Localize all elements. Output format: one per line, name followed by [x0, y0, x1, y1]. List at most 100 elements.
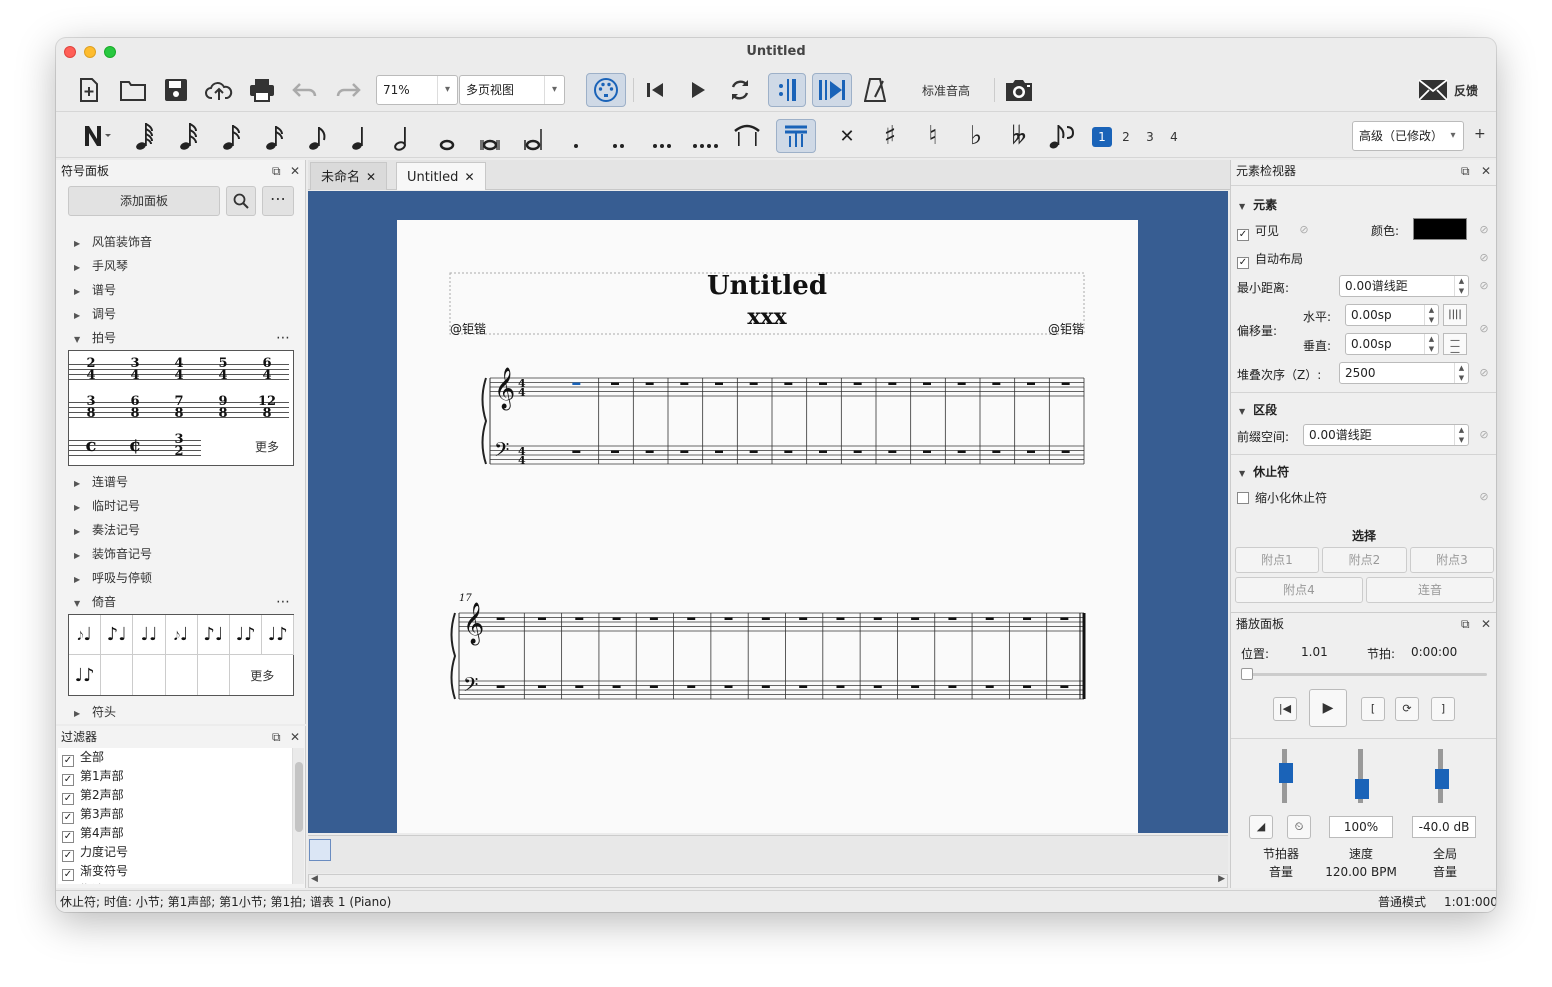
master-volume-fader[interactable] — [1431, 749, 1451, 803]
select-dot1-button[interactable]: 附点1 — [1235, 547, 1319, 573]
bass-clef[interactable]: 𝄢 — [494, 438, 509, 466]
whole-rest[interactable] — [537, 685, 546, 689]
natural-icon[interactable]: ♮ — [916, 119, 950, 153]
whole-rest[interactable] — [799, 617, 808, 621]
whole-rest[interactable] — [649, 617, 658, 621]
filter-item-voice-4[interactable]: ✓ 第4声部 — [58, 824, 292, 843]
spinner-arrows-icon[interactable]: ▲ ▼ — [1454, 363, 1468, 383]
whole-rest[interactable] — [724, 685, 733, 689]
save-icon[interactable] — [159, 73, 193, 107]
time-signature-cell[interactable]: 98 — [201, 389, 245, 427]
whole-rest[interactable] — [680, 450, 689, 454]
whole-rest[interactable] — [575, 685, 584, 689]
note-64th-icon[interactable] — [172, 119, 206, 153]
triple-dot-icon[interactable] — [645, 119, 679, 153]
whole-rest[interactable] — [1023, 617, 1032, 621]
close-icon[interactable]: ✕ — [1481, 160, 1491, 182]
whole-rest[interactable] — [911, 685, 920, 689]
time-signature-cell[interactable]: 24 — [69, 351, 113, 389]
min-distance-input[interactable]: 0.00谱线距 ▲ ▼ — [1339, 275, 1469, 297]
time-signature-cell[interactable]: 54 — [201, 351, 245, 389]
whole-rest[interactable] — [873, 685, 882, 689]
undock-icon[interactable]: ⧉ — [1461, 160, 1470, 182]
sharp-icon[interactable]: ♯ — [873, 119, 907, 153]
whole-rest[interactable] — [888, 382, 897, 386]
rewind-icon[interactable]: |◀ — [1273, 697, 1297, 721]
undock-icon[interactable]: ⧉ — [272, 726, 281, 748]
metronome-icon[interactable] — [858, 73, 892, 107]
whole-rest[interactable] — [1027, 382, 1035, 386]
fader-knob[interactable] — [1435, 769, 1449, 789]
filter-item-dynamics[interactable]: ✓ 力度记号 — [58, 843, 292, 862]
pan-score-button[interactable] — [812, 73, 852, 107]
palette-item-accordion[interactable]: ▶ 手风琴 — [74, 256, 128, 276]
close-icon[interactable]: ✕ — [290, 160, 300, 182]
time-signature-cell[interactable]: ¢ — [113, 427, 157, 465]
filter-item-voice-2[interactable]: ✓ 第2声部 — [58, 786, 292, 805]
note-16th-icon[interactable] — [258, 119, 292, 153]
new-file-icon[interactable] — [72, 73, 106, 107]
flat-icon[interactable]: ♭ — [959, 119, 993, 153]
whole-rest[interactable] — [749, 450, 758, 454]
stacking-order-input[interactable]: 2500 ▲ ▼ — [1339, 362, 1469, 384]
whole-rest[interactable] — [1061, 382, 1070, 386]
voice-2-button[interactable]: 2 — [1116, 127, 1136, 147]
quadruple-dot-icon[interactable] — [688, 119, 722, 153]
align-horizontal-icon[interactable]: |||| — [1443, 304, 1467, 326]
whole-rest[interactable] — [645, 450, 654, 454]
time-signature-cell[interactable]: 34 — [113, 351, 157, 389]
whole-rest[interactable] — [496, 617, 505, 621]
horizontal-offset-input[interactable]: 0.00sp ▲ ▼ — [1345, 304, 1439, 326]
palette-item-accidentals[interactable]: ▶ 临时记号 — [74, 496, 140, 516]
feedback-label[interactable]: 反馈 — [1454, 82, 1478, 99]
double-dot-icon[interactable] — [602, 119, 636, 153]
close-window-button[interactable] — [64, 46, 76, 58]
checkbox[interactable]: ✓ — [1237, 257, 1249, 269]
grace-note-cell[interactable]: ♪♩ — [101, 615, 134, 655]
score-notation[interactable]: Untitled xxx @钜锴 @钜锴 𝄞𝄢4444𝄞𝄢 17 — [397, 220, 1138, 833]
loop-icon[interactable] — [723, 73, 757, 107]
reset-icon[interactable]: ⊘ — [1477, 322, 1491, 336]
note-half-icon[interactable] — [387, 119, 421, 153]
score-composer[interactable]: @钜锴 — [1048, 321, 1084, 336]
whole-rest[interactable] — [1023, 685, 1032, 689]
whole-rest[interactable] — [957, 382, 966, 386]
filter-item-all[interactable]: ✓ 全部 — [58, 748, 292, 767]
filter-item-voice-3[interactable]: ✓ 第3声部 — [58, 805, 292, 824]
playback-position-slider[interactable] — [1243, 673, 1487, 676]
whole-rest[interactable] — [496, 685, 505, 689]
palette-item-clefs[interactable]: ▶ 谱号 — [74, 280, 116, 300]
whole-rest[interactable] — [911, 617, 920, 621]
grace-note-cell[interactable]: ♩♪ — [230, 615, 263, 655]
reset-icon[interactable]: ⊘ — [1477, 490, 1491, 504]
whole-rest[interactable] — [1027, 450, 1035, 454]
voice-3-button[interactable]: 3 — [1140, 127, 1160, 147]
view-mode-select[interactable]: 多页视图 ▾ — [459, 75, 565, 105]
filter-item-fingering[interactable]: ✓指法 — [58, 881, 292, 884]
checkbox[interactable]: ✓ — [62, 850, 74, 862]
whole-rest[interactable] — [715, 450, 723, 454]
palette-item-breaths[interactable]: ▶ 呼吸与停顿 — [74, 568, 152, 588]
time-signature-cell[interactable]: 78 — [157, 389, 201, 427]
small-rest-row[interactable]: 缩小化休止符 — [1237, 489, 1327, 506]
checkbox[interactable]: ✓ — [62, 774, 74, 786]
checkbox[interactable]: ✓ — [62, 869, 74, 881]
grace-note-cell[interactable]: 𝆕♩ — [165, 615, 198, 655]
whole-rest[interactable] — [572, 382, 581, 386]
palette-item-brackets[interactable]: ▶ 连谱号 — [74, 472, 128, 492]
whole-rest[interactable] — [575, 617, 584, 621]
select-dot3-button[interactable]: 附点3 — [1410, 547, 1494, 573]
more-button[interactable]: 更多 — [245, 427, 289, 465]
empty-cell[interactable] — [133, 655, 166, 695]
score-view[interactable]: Untitled xxx @钜锴 @钜锴 𝄞 𝄢 4 4 4 4 𝄞 𝄢 17 — [308, 191, 1228, 833]
section-segment[interactable]: ▼ 区段 — [1239, 401, 1277, 418]
scrollbar-thumb[interactable] — [295, 762, 303, 832]
color-swatch[interactable] — [1413, 218, 1467, 240]
more-button[interactable]: 更多 — [230, 655, 294, 695]
score-lyricist[interactable]: @钜锴 — [450, 321, 486, 336]
tempo-value[interactable]: 100% — [1329, 816, 1393, 838]
whole-rest[interactable] — [572, 450, 581, 454]
voice-rhythm-icon[interactable] — [1045, 119, 1079, 153]
slider-handle[interactable] — [1241, 668, 1253, 680]
whole-rest[interactable] — [537, 617, 546, 621]
